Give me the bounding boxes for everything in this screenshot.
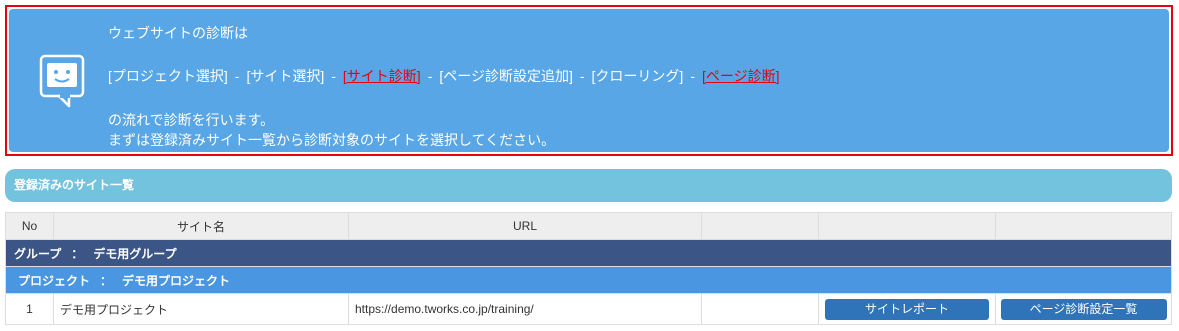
project-colon: ： — [100, 273, 113, 288]
page-settings-button-cell: ページ診断設定一覧 — [995, 293, 1172, 325]
empty-cell — [701, 293, 819, 325]
column-header-url: URL — [348, 212, 702, 240]
page-diagnosis-settings-list-button[interactable]: ページ診断設定一覧 — [1000, 298, 1167, 320]
flow-step-site-diagnosis: [サイト診断] — [342, 68, 421, 84]
site-no: 1 — [5, 293, 54, 325]
flow-step-site-select: [サイト選択] — [246, 68, 325, 84]
flow-separator: - — [331, 68, 336, 84]
flow-step-page-diagnosis: [ページ診断] — [701, 68, 780, 84]
site-report-button[interactable]: サイトレポート — [825, 298, 989, 320]
column-header-empty — [701, 212, 819, 240]
instruction-line-flow-note: の流れで診断を行います。 — [108, 112, 275, 128]
group-cell: グループ ： デモ用グループ — [5, 239, 1172, 267]
column-header-no: No — [5, 212, 54, 240]
flow-step-page-settings-add: [ページ診断設定追加] — [439, 68, 573, 84]
project-row: プロジェクト ： デモ用プロジェクト — [5, 266, 1172, 294]
flow-separator: - — [234, 68, 240, 84]
instruction-line-select-site: まずは登録済みサイト一覧から診断対象のサイトを選択してください。 — [108, 132, 556, 148]
site-url: https://demo.tworks.co.jp/training/ — [348, 293, 702, 325]
flow-separator: - — [579, 68, 585, 84]
instruction-notice: ウェブサイトの診断は [プロジェクト選択] - [サイト選択] - [サイト診断] - [ペ… — [5, 5, 1173, 156]
flow-separator: - — [427, 68, 433, 84]
instruction-panel: ウェブサイトの診断は [プロジェクト選択] - [サイト選択] - [サイト診断] - [ペ… — [9, 9, 1169, 152]
column-header-empty — [818, 212, 996, 240]
project-label: プロジェクト — [18, 273, 91, 288]
flow-step-project-select: [プロジェクト選択] — [108, 68, 228, 84]
diagnosis-flow: [プロジェクト選択] - [サイト選択] - [サイト診断] - [ページ診断設定追加] -[… — [108, 66, 779, 86]
flow-separator: - — [690, 68, 695, 84]
registered-sites-header: 登録済みのサイト一覧 — [5, 169, 1172, 202]
group-name: デモ用グループ — [93, 246, 177, 261]
site-list-table: No サイト名 URL グループ ： デモ用グループ プロジェクト ： デモ用プロジェク… — [5, 212, 1172, 325]
group-row: グループ ： デモ用グループ — [5, 239, 1172, 267]
group-colon: ： — [71, 246, 84, 261]
report-button-cell: サイトレポート — [818, 293, 996, 325]
table-header-row: No サイト名 URL — [5, 212, 1172, 240]
chat-face-icon — [39, 54, 85, 108]
group-label: グループ — [14, 246, 62, 261]
column-header-site-name: サイト名 — [53, 212, 349, 240]
table-row: 1 デモ用プロジェクト https://demo.tworks.co.jp/tr… — [5, 293, 1172, 325]
instruction-line-intro: ウェブサイトの診断は — [108, 25, 248, 41]
project-name: デモ用プロジェクト — [122, 273, 231, 288]
column-header-empty — [995, 212, 1172, 240]
flow-step-crawling: [クローリング] — [591, 68, 684, 84]
site-name: デモ用プロジェクト — [53, 293, 349, 325]
project-cell: プロジェクト ： デモ用プロジェクト — [5, 266, 1172, 294]
